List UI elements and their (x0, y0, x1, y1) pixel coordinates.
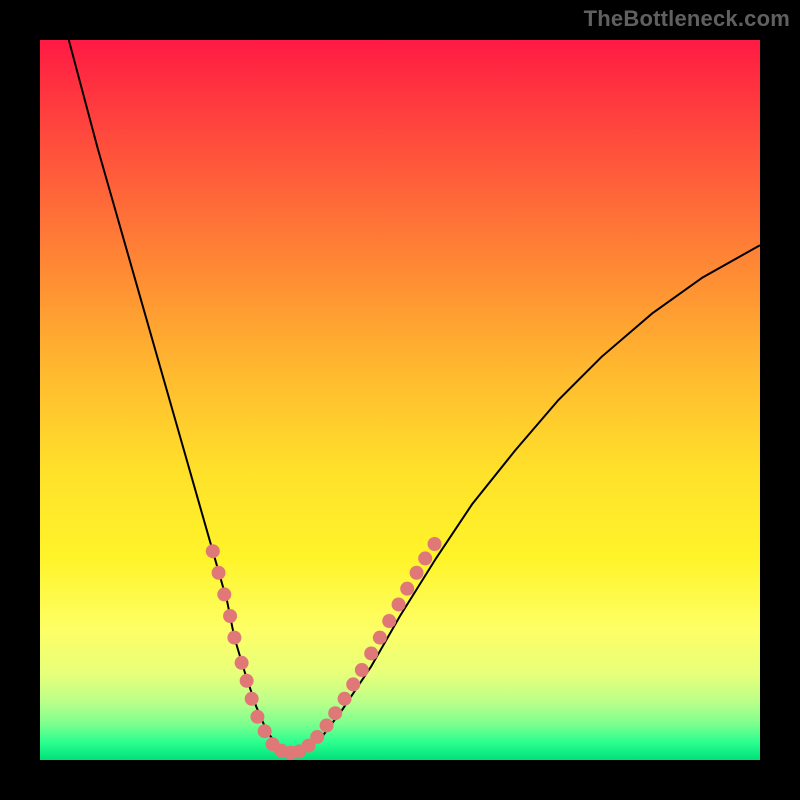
bottleneck-curve (69, 40, 760, 753)
marker-dot (206, 544, 220, 558)
marker-dot (392, 597, 406, 611)
marker-dot (418, 551, 432, 565)
marker-dot (235, 656, 249, 670)
curve-svg (40, 40, 760, 760)
marker-dot (320, 718, 334, 732)
plot-area (40, 40, 760, 760)
marker-dot (338, 692, 352, 706)
marker-dot (364, 646, 378, 660)
marker-dot (373, 631, 387, 645)
marker-dot (382, 614, 396, 628)
chart-container: TheBottleneck.com (0, 0, 800, 800)
marker-group (206, 537, 442, 760)
marker-dot (240, 674, 254, 688)
watermark-text: TheBottleneck.com (584, 6, 790, 32)
marker-dot (400, 582, 414, 596)
marker-dot (227, 631, 241, 645)
marker-dot (217, 587, 231, 601)
marker-dot (328, 706, 342, 720)
marker-dot (212, 566, 226, 580)
marker-dot (310, 730, 324, 744)
marker-dot (428, 537, 442, 551)
marker-dot (355, 663, 369, 677)
marker-dot (223, 609, 237, 623)
marker-dot (258, 724, 272, 738)
marker-dot (410, 566, 424, 580)
marker-dot (245, 692, 259, 706)
marker-dot (250, 710, 264, 724)
marker-dot (346, 677, 360, 691)
